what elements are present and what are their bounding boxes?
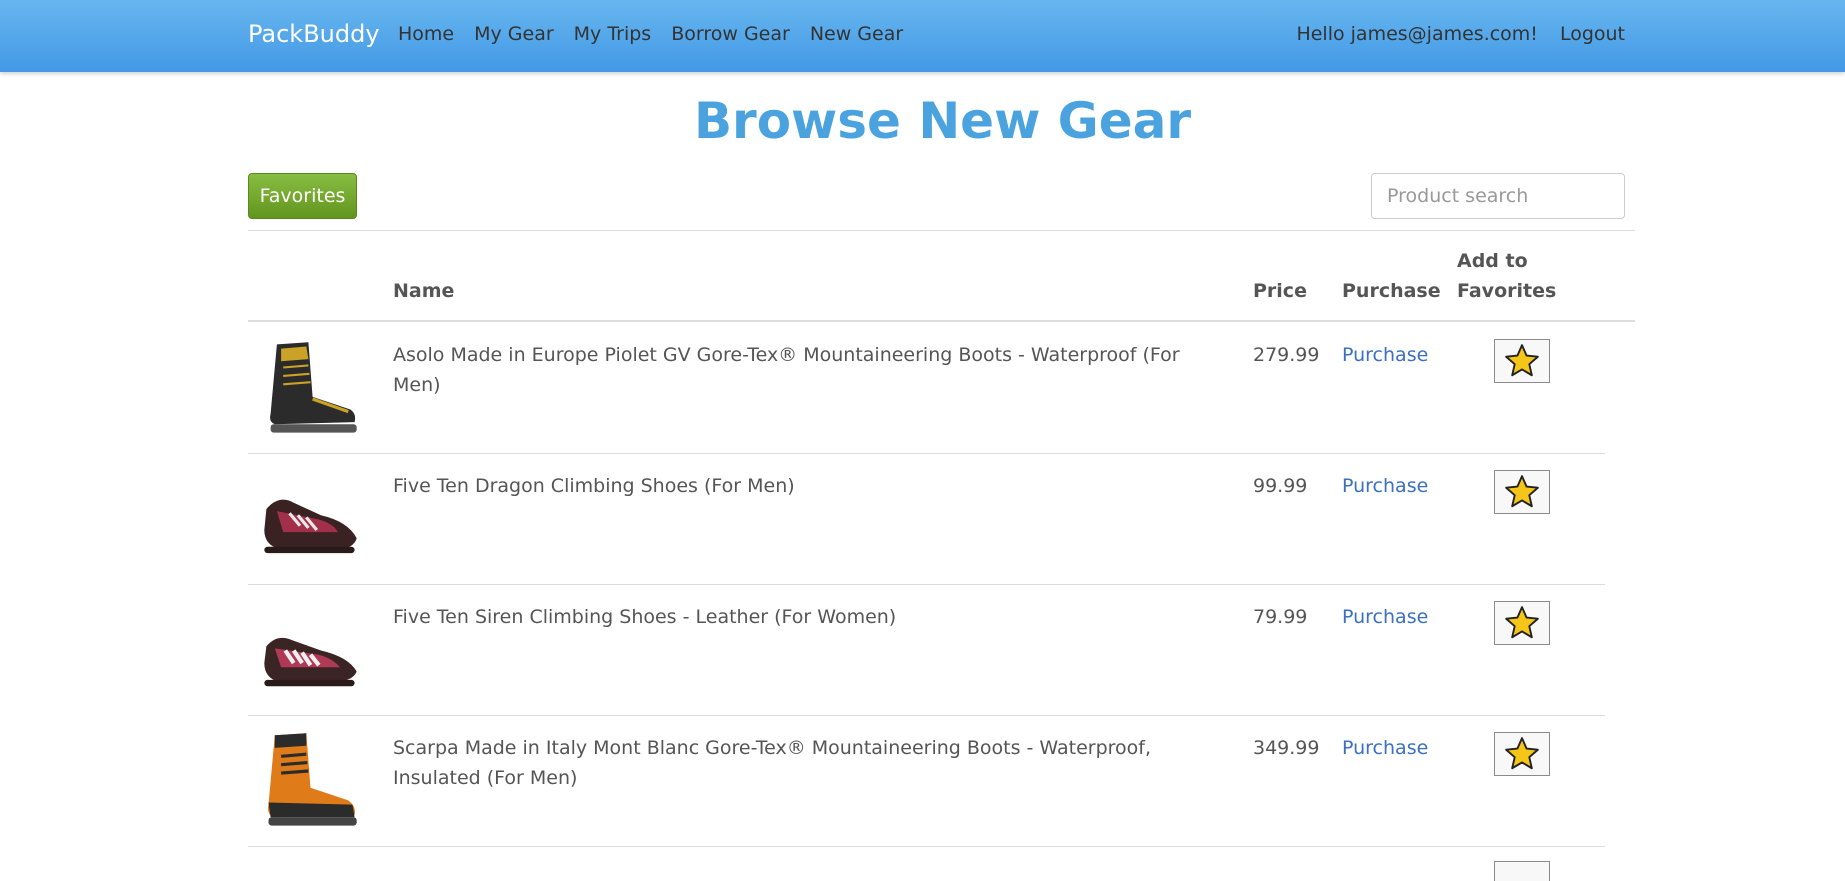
column-header-favorites-line1: Add to (1457, 250, 1528, 272)
table-row: Scarpa Made in Italy Mont Blanc Gore-Tex… (248, 715, 1605, 847)
purchase-link[interactable]: Purchase (1342, 602, 1428, 632)
nav-new-gear[interactable]: New Gear (810, 23, 903, 45)
column-header-name: Name (393, 280, 455, 302)
product-price: 99.99 (1253, 475, 1308, 497)
user-greeting[interactable]: Hello james@james.com! (1296, 23, 1537, 45)
product-name: Asolo Made in Europe Piolet GV Gore-Tex®… (393, 344, 1180, 396)
column-header-price: Price (1253, 280, 1307, 302)
page-title: Browse New Gear (693, 92, 1192, 150)
nav-my-gear[interactable]: My Gear (474, 23, 554, 45)
climbing-shoe-image (264, 499, 357, 554)
column-header-purchase: Purchase (1342, 280, 1441, 302)
favorites-button[interactable]: Favorites (248, 173, 357, 219)
add-to-favorites-button[interactable] (1494, 339, 1550, 383)
navbar-container: PackBuddy Home My Gear My Trips Borrow G… (248, 0, 1635, 72)
add-to-favorites-button[interactable] (1494, 732, 1550, 776)
add-to-favorites-button[interactable] (1494, 470, 1550, 514)
product-search-input[interactable] (1371, 173, 1625, 219)
star-icon (1505, 737, 1539, 770)
star-icon (1505, 344, 1539, 377)
divider (248, 230, 1635, 231)
add-to-favorites-button[interactable] (1494, 861, 1550, 881)
purchase-link[interactable]: Purchase (1342, 471, 1428, 501)
brand-logo[interactable]: PackBuddy (248, 20, 380, 48)
star-icon (1505, 606, 1539, 639)
nav-links: Home My Gear My Trips Borrow Gear New Ge… (398, 23, 923, 45)
product-price: 279.99 (1253, 344, 1320, 366)
product-name: Five Ten Siren Climbing Shoes - Leather … (393, 606, 897, 628)
table-row: Asolo Made in Europe Piolet GV Gore-Tex®… (248, 322, 1605, 454)
navbar: PackBuddy Home My Gear My Trips Borrow G… (0, 0, 1845, 72)
mountaineering-boot-image (267, 733, 357, 826)
product-price: 349.99 (1253, 737, 1320, 759)
column-header-favorites-line2: Favorites (1457, 280, 1557, 302)
climbing-shoe-image (264, 637, 357, 687)
purchase-link[interactable]: Purchase (1342, 340, 1428, 370)
product-price: 79.99 (1253, 606, 1308, 628)
star-icon (1505, 475, 1539, 508)
logout-link[interactable]: Logout (1560, 23, 1625, 45)
add-to-favorites-button[interactable] (1494, 601, 1550, 645)
product-name: Scarpa Made in Italy Mont Blanc Gore-Tex… (393, 737, 1152, 789)
table-row: Five Ten Dragon Climbing Shoes (For Men)… (248, 453, 1605, 585)
product-name: Five Ten Dragon Climbing Shoes (For Men) (393, 475, 795, 497)
mountaineering-boot-image (270, 342, 357, 433)
purchase-link[interactable]: Purchase (1342, 733, 1428, 763)
nav-user-area: Hello james@james.com! Logout (1296, 23, 1625, 45)
nav-my-trips[interactable]: My Trips (574, 23, 652, 45)
nav-home[interactable]: Home (398, 23, 454, 45)
table-row: Five Ten Siren Climbing Shoes - Leather … (248, 584, 1605, 716)
nav-borrow-gear[interactable]: Borrow Gear (671, 23, 790, 45)
